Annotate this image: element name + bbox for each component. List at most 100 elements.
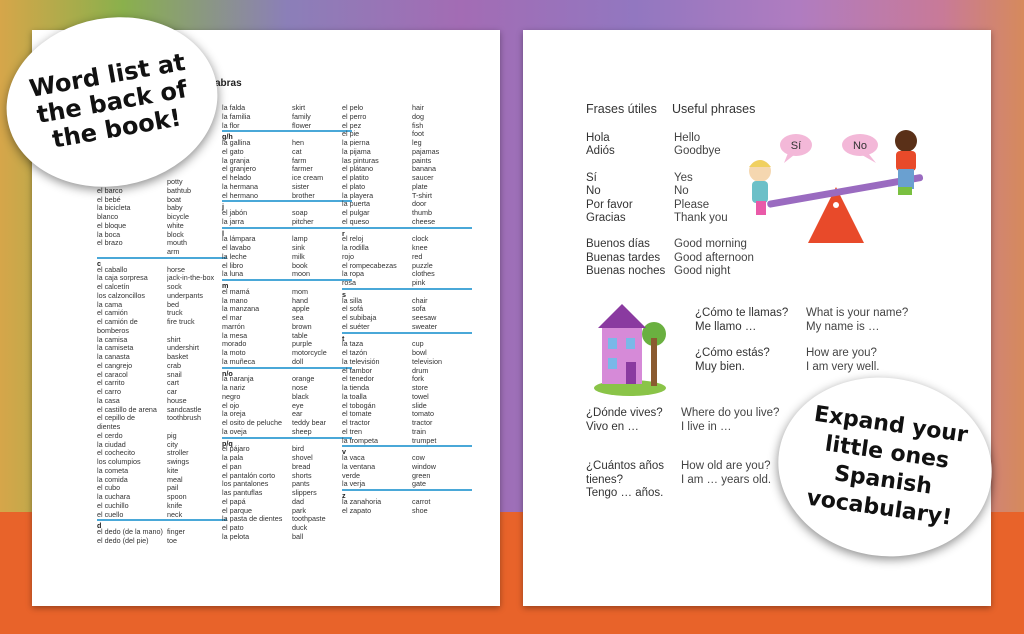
word-entry: la mesa table xyxy=(222,332,352,341)
word-english: tractor xyxy=(412,419,433,427)
phrase-age-en: How old are you? I am … years old. xyxy=(681,460,772,486)
word-spanish: el libro xyxy=(222,261,244,270)
word-spanish: el dedo (de la mano) xyxy=(97,528,163,536)
word-spanish: la pasta de dientes xyxy=(222,515,283,524)
phrase-en: No xyxy=(674,185,689,198)
word-spanish: el plato xyxy=(342,182,366,191)
word-entry: la cuchara spoon xyxy=(97,493,227,502)
word-english xyxy=(167,423,227,432)
word-entry: el cuello neck xyxy=(97,511,227,520)
word-entry: la familia family xyxy=(222,113,352,122)
word-english: snail xyxy=(167,370,182,379)
word-spanish: el camión de xyxy=(97,318,138,326)
word-entry: marrón brown xyxy=(222,323,352,332)
word-spanish: el cepillo de xyxy=(97,414,135,423)
word-spanish: la mano xyxy=(222,296,248,305)
word-entry: el ojo eye xyxy=(222,402,352,411)
word-english: paints xyxy=(412,156,432,165)
word-english: toe xyxy=(167,536,177,545)
word-english: mouth xyxy=(167,239,187,248)
word-entry: el tomate tomato xyxy=(342,410,472,419)
word-spanish: el cangrejo xyxy=(97,361,133,370)
word-spanish: el tomate xyxy=(342,410,372,419)
word-english: gate xyxy=(412,480,426,489)
word-english: block xyxy=(167,230,184,239)
word-entry: el platito saucer xyxy=(342,174,472,183)
word-entry: el cochecito stroller xyxy=(97,449,227,458)
section-header: n/o xyxy=(222,366,352,377)
word-spanish: el dedo (del pie) xyxy=(97,536,149,545)
word-english: cart xyxy=(167,379,179,388)
word-entry: el jabón soap xyxy=(222,209,352,218)
wordlist-title: abras xyxy=(215,78,242,89)
word-spanish: la camisa xyxy=(97,335,128,344)
phrase-name-en: What is your name? My name is … xyxy=(806,307,909,333)
word-spanish: el pez xyxy=(342,121,362,130)
word-entry: el dedo (del pie) toe xyxy=(97,537,227,546)
word-entry: arm xyxy=(97,248,227,257)
word-spanish: el tambor xyxy=(342,366,372,375)
word-english: bowl xyxy=(412,349,427,357)
word-entry: negro black xyxy=(222,393,352,402)
word-entry: la moto motorcycle xyxy=(222,349,352,358)
section-header: l xyxy=(222,226,352,237)
word-english: puzzle xyxy=(412,261,433,270)
word-spanish: la flor xyxy=(222,121,240,130)
section-header: r xyxy=(342,226,472,237)
word-entry: la rodilla knee xyxy=(342,244,472,253)
word-spanish: el mamá xyxy=(222,287,250,296)
word-entry: la cama bed xyxy=(97,301,227,310)
word-spanish: la toalla xyxy=(342,392,367,401)
word-spanish: la cama xyxy=(97,300,123,309)
word-english: foot xyxy=(412,130,424,139)
word-spanish: bomberos xyxy=(97,326,129,335)
word-spanish: los columpios xyxy=(97,458,141,466)
word-spanish: rosa xyxy=(342,279,356,287)
word-english: pink xyxy=(412,279,426,287)
word-english: truck xyxy=(167,309,183,318)
word-spanish: el platito xyxy=(342,174,369,182)
phrase-en: Hello xyxy=(674,132,701,144)
word-entry: la nariz nose xyxy=(222,384,352,393)
word-entry: el sofá sofa xyxy=(342,305,472,314)
word-spanish: marrón xyxy=(222,322,245,331)
word-english: sweater xyxy=(412,322,438,331)
phrase-es: Buenas noches xyxy=(586,265,666,277)
word-entry: el gato cat xyxy=(222,148,352,157)
word-entry: la ventana window xyxy=(342,463,472,472)
word-english: towel xyxy=(412,392,429,401)
word-spanish: el tenedor xyxy=(342,375,374,384)
word-entry: morado purple xyxy=(222,340,352,349)
word-english: sandcastle xyxy=(167,405,202,414)
word-english: boat xyxy=(167,195,181,204)
word-english: spoon xyxy=(167,493,187,501)
word-entry: el pez fish xyxy=(342,122,472,131)
word-english: white xyxy=(167,221,184,230)
word-spanish: el cuello xyxy=(97,510,124,519)
word-entry: la cometa kite xyxy=(97,467,227,476)
word-spanish: rojo xyxy=(342,252,354,261)
word-entry: el castillo de arena sandcastle xyxy=(97,406,227,415)
word-spanish: el cerdo xyxy=(97,431,123,440)
word-english: duck xyxy=(292,524,308,532)
word-spanish: el rompecabezas xyxy=(342,261,397,270)
word-english: tomato xyxy=(412,410,434,419)
word-english: potty xyxy=(167,178,183,186)
word-entry: la televisión television xyxy=(342,358,472,367)
word-spanish: el subibaja xyxy=(342,314,377,322)
word-english: drum xyxy=(412,366,429,375)
word-spanish: la manzana xyxy=(222,305,260,314)
word-entry: el papá dad xyxy=(222,498,352,507)
word-spanish: la ropa xyxy=(342,270,364,279)
word-spanish: la pijama xyxy=(342,147,371,156)
word-spanish: la zanahoria xyxy=(342,497,382,506)
word-spanish: el cubo xyxy=(97,484,121,493)
section-header: s xyxy=(342,287,472,298)
word-entry: el perro dog xyxy=(342,113,472,122)
word-spanish xyxy=(97,248,167,257)
word-spanish: el camión xyxy=(97,309,128,318)
word-entry: la bicicleta baby xyxy=(97,204,227,213)
word-entry: el pie foot xyxy=(342,130,472,139)
word-entry: el pelo hair xyxy=(342,104,472,113)
word-entry: la trompeta trumpet xyxy=(342,437,472,446)
